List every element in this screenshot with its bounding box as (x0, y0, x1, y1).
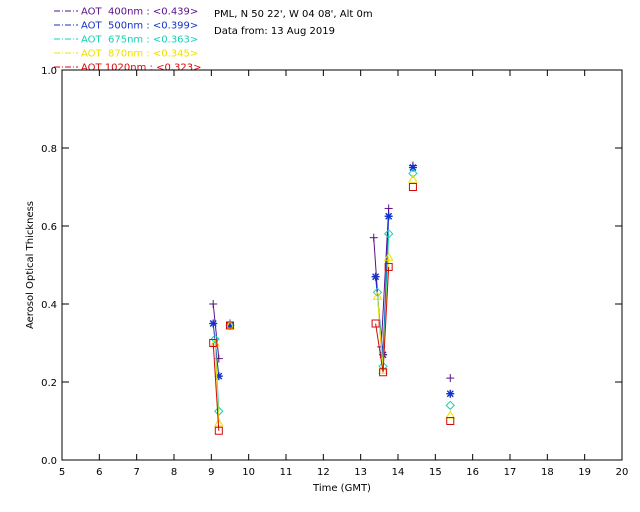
x-tick-label: 18 (541, 467, 554, 478)
location-label: PML, N 50 22', W 04 08', Alt 0m (214, 9, 373, 20)
data-point (408, 163, 417, 172)
x-tick-label: 12 (317, 467, 330, 478)
legend-entry: AOT 400nm : <0.439> (81, 7, 198, 18)
x-tick-label: 19 (578, 467, 591, 478)
data-point (446, 389, 455, 398)
series-group (209, 163, 455, 398)
data-point (384, 204, 393, 213)
y-tick-label: 0.2 (41, 378, 57, 389)
x-tick-label: 16 (466, 467, 479, 478)
y-tick-label: 0.8 (41, 144, 57, 155)
x-tick-label: 17 (504, 467, 517, 478)
x-tick-label: 6 (96, 467, 102, 478)
data-point (369, 233, 378, 242)
plot-frame (61, 69, 623, 461)
series-group (209, 161, 455, 383)
legend-entry: AOT 500nm : <0.399> (81, 21, 198, 32)
data-point (445, 400, 455, 411)
x-tick-label: 7 (133, 467, 139, 478)
x-axis-label: Time (GMT) (312, 483, 371, 494)
y-tick-label: 0.4 (41, 300, 57, 311)
aot-chart: AOT 400nm : <0.439> AOT 500nm : <0.399> AO… (25, 7, 629, 495)
x-tick-label: 15 (429, 467, 442, 478)
data-point (209, 300, 218, 308)
series-group (210, 168, 455, 416)
data-point (209, 319, 218, 328)
x-tick-label: 14 (392, 467, 405, 478)
series-group (209, 183, 455, 435)
x-tick-label: 8 (171, 467, 177, 478)
x-tick-label: 10 (242, 467, 255, 478)
legend-entry: AOT 870nm : <0.345> (81, 49, 198, 60)
date-label: Data from: 13 Aug 2019 (214, 26, 335, 37)
data-point (371, 272, 380, 281)
legend: AOT 400nm : <0.439> AOT 500nm : <0.399> AO… (54, 7, 201, 74)
data-point (408, 174, 418, 183)
y-axis: 0.0 0.2 0.4 0.6 0.8 1.0 (41, 66, 622, 467)
x-tick-label: 11 (280, 467, 293, 478)
plot-area (209, 161, 456, 435)
y-tick-label: 1.0 (41, 66, 57, 77)
legend-entry: AOT 675nm : <0.363> (81, 35, 198, 46)
x-tick-label: 20 (616, 467, 629, 478)
y-tick-label: 0.6 (41, 222, 57, 233)
x-tick-label: 9 (208, 467, 214, 478)
y-axis-label: Aerosol Optical Thickness (25, 201, 36, 329)
x-tick-label: 5 (59, 467, 65, 478)
data-point (446, 374, 455, 383)
x-axis: 5 6 7 8 9 10 11 12 13 14 15 16 17 18 19 20 (59, 70, 629, 478)
data-point (408, 183, 417, 191)
data-point (384, 212, 393, 221)
y-tick-label: 0.0 (41, 456, 57, 467)
x-tick-label: 13 (354, 467, 367, 478)
series-group (210, 174, 456, 427)
